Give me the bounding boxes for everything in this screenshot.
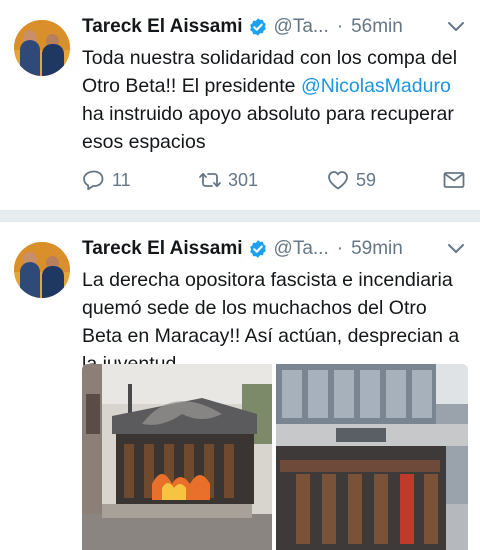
header-separator: · [336, 238, 344, 259]
photo-intact-building[interactable] [276, 364, 468, 550]
timestamp[interactable]: 59min [351, 238, 403, 260]
reply-icon [83, 170, 104, 191]
tweet-divider [0, 210, 480, 222]
dm-icon [443, 172, 465, 188]
chevron-down-icon[interactable] [446, 242, 466, 256]
tweet-text: Toda nuestra solidaridad con los compa d… [82, 44, 466, 156]
verified-badge-icon [249, 240, 266, 258]
reply-button[interactable]: 11 [82, 168, 131, 192]
burned-building-image [82, 364, 272, 550]
retweet-count: 301 [228, 169, 259, 190]
tweet-header: Tareck El Aissami @Ta... · 59min [82, 236, 403, 262]
timestamp[interactable]: 56min [351, 16, 403, 38]
like-button[interactable]: 59 [326, 168, 376, 192]
author-name[interactable]: Tareck El Aissami [82, 16, 243, 38]
tweet-text-part: ha instruido apoyo absoluto para recuper… [82, 103, 454, 153]
tweet-media[interactable] [82, 364, 468, 550]
avatar[interactable] [14, 242, 70, 298]
tweet-1[interactable]: Tareck El Aissami @Ta... · 56min Toda nu… [0, 0, 480, 210]
photo-burned-building[interactable] [82, 364, 272, 550]
author-name[interactable]: Tareck El Aissami [82, 238, 243, 260]
mention-link[interactable]: @NicolasMaduro [301, 75, 451, 97]
header-separator: · [336, 16, 344, 37]
retweet-icon [199, 172, 221, 188]
avatar-body [42, 44, 64, 76]
verified-badge-icon [249, 18, 266, 36]
direct-message-button[interactable] [442, 168, 466, 192]
like-icon [328, 171, 348, 190]
avatar-body [20, 40, 40, 76]
avatar-body [20, 262, 40, 298]
avatar-body [42, 266, 64, 298]
avatar[interactable] [14, 20, 70, 76]
intact-building-image [276, 364, 468, 550]
chevron-down-icon[interactable] [446, 20, 466, 34]
author-handle[interactable]: @Ta... [274, 238, 329, 260]
author-handle[interactable]: @Ta... [274, 16, 329, 38]
tweet-2[interactable]: Tareck El Aissami @Ta... · 59min La dere… [0, 222, 480, 550]
tweet-header: Tareck El Aissami @Ta... · 56min [82, 14, 403, 40]
tweet-actions: 11 301 59 [82, 168, 466, 196]
tweet-text: La derecha opositora fascista e incendia… [82, 269, 460, 375]
like-count: 59 [356, 169, 377, 190]
reply-count: 11 [112, 169, 131, 190]
retweet-button[interactable]: 301 [198, 168, 258, 192]
